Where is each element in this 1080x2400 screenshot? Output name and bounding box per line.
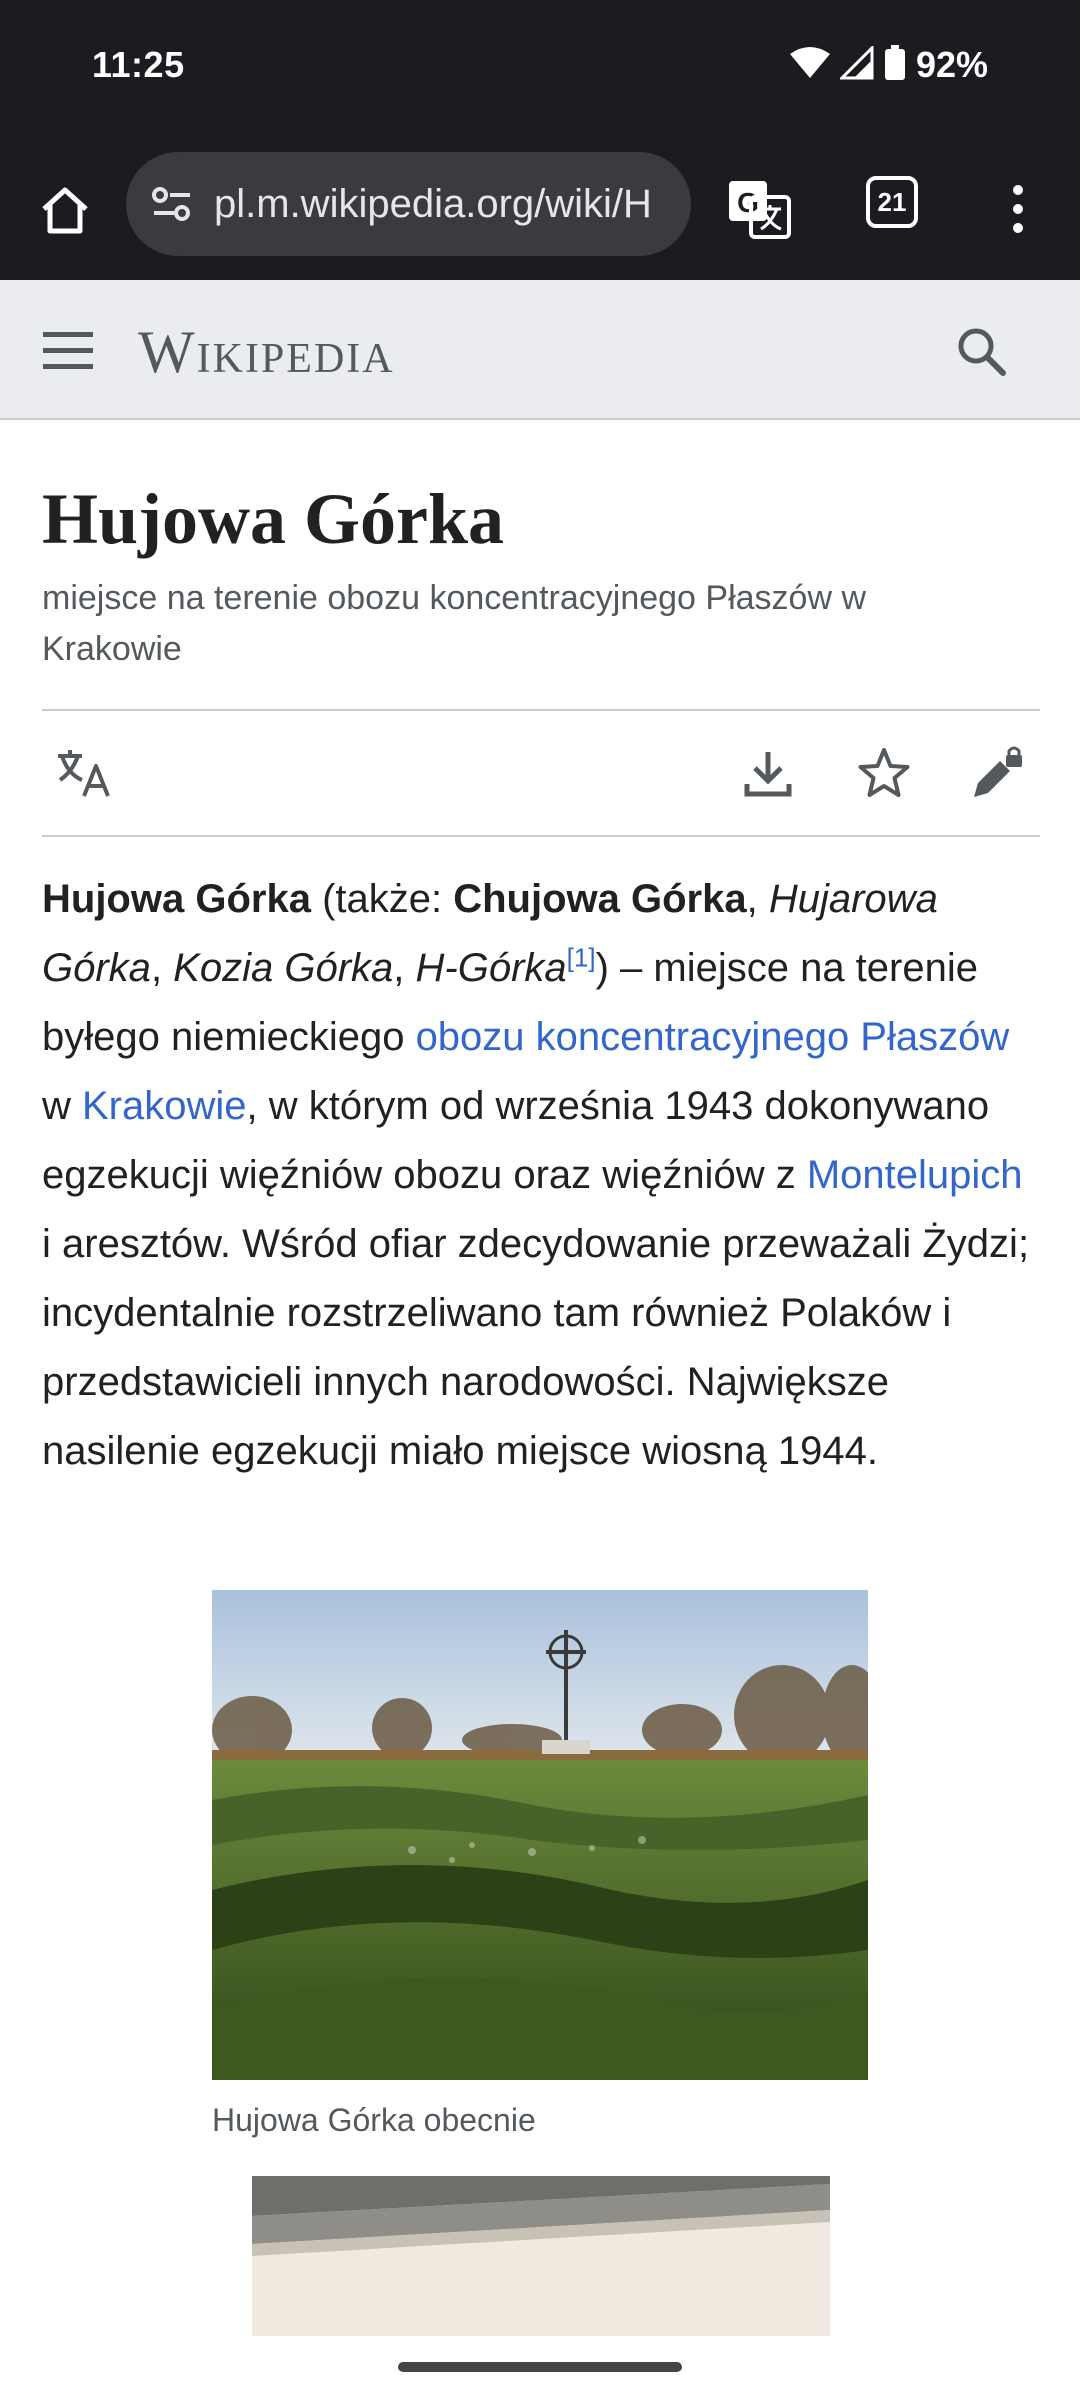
wikipedia-logo[interactable]: Wikipedia (138, 318, 395, 387)
gesture-nav-handle[interactable] (398, 2362, 682, 2372)
watch-star-icon[interactable] (852, 741, 916, 805)
page-actions-bar (42, 709, 1040, 838)
article-photo[interactable] (212, 1590, 868, 2080)
battery-icon (884, 44, 906, 86)
svg-text:G: G (737, 187, 759, 218)
figure-caption: Hujowa Górka obecnie (212, 2102, 536, 2138)
italic-term: Kozia Górka (173, 946, 394, 991)
lead-text: , (150, 946, 174, 991)
wiki-header: Wikipedia (0, 280, 1080, 420)
page-title: Hujowa Górka (42, 479, 505, 559)
article-photo-2[interactable] (252, 2176, 830, 2336)
translate-icon[interactable]: G (724, 174, 794, 244)
browser-toolbar: pl.m.wikipedia.org/wiki/H G 21 (0, 140, 1080, 280)
lead-text: i aresztów. Wśród ofiar zdecydowanie prz… (42, 1222, 1030, 1474)
search-icon[interactable] (950, 320, 1012, 382)
status-time: 11:25 (92, 44, 185, 85)
site-info-icon[interactable] (148, 180, 196, 228)
page-subtitle: miejsce na terenie obozu koncentracyjneg… (42, 579, 867, 669)
link-krakowie[interactable]: Krakowie (82, 1084, 247, 1128)
lead-text: , (746, 877, 769, 922)
address-bar[interactable]: pl.m.wikipedia.org/wiki/H (126, 152, 691, 256)
reference-link[interactable]: [1] (567, 943, 596, 973)
tab-switcher-button[interactable]: 21 (866, 176, 918, 228)
lead-text: (także: (310, 877, 454, 922)
more-options-icon[interactable] (1000, 174, 1036, 244)
download-icon[interactable] (736, 741, 800, 805)
link-oboz-plaszow[interactable]: obozu koncentracyjnego Płaszów (416, 1015, 1010, 1059)
signal-icon (838, 43, 874, 85)
status-icons: 92% (789, 43, 988, 86)
status-bar: 11:25 92% (0, 0, 1080, 140)
home-icon[interactable] (30, 175, 100, 245)
language-icon[interactable] (52, 741, 116, 805)
bold-term: Hujowa Górka (42, 877, 311, 922)
lead-text: , (393, 946, 416, 991)
article-figure: Hujowa Górka obecnie (212, 1590, 868, 2139)
article-lead-paragraph: Hujowa Górka (także: Chujowa Górka, Huja… (42, 865, 1042, 1486)
url-text[interactable]: pl.m.wikipedia.org/wiki/H (214, 182, 674, 227)
italic-term: H-Górka (415, 946, 567, 991)
wifi-icon (789, 46, 830, 85)
lead-text: w (42, 1084, 82, 1129)
edit-locked-icon[interactable] (966, 741, 1030, 805)
link-montelupich[interactable]: Montelupich (807, 1153, 1023, 1197)
bold-term: Chujowa Górka (453, 877, 747, 922)
menu-icon[interactable] (40, 325, 96, 375)
battery-percent: 92% (915, 44, 988, 85)
article-content: Hujowa Górka miejsce na terenie obozu ko… (42, 420, 1040, 1486)
